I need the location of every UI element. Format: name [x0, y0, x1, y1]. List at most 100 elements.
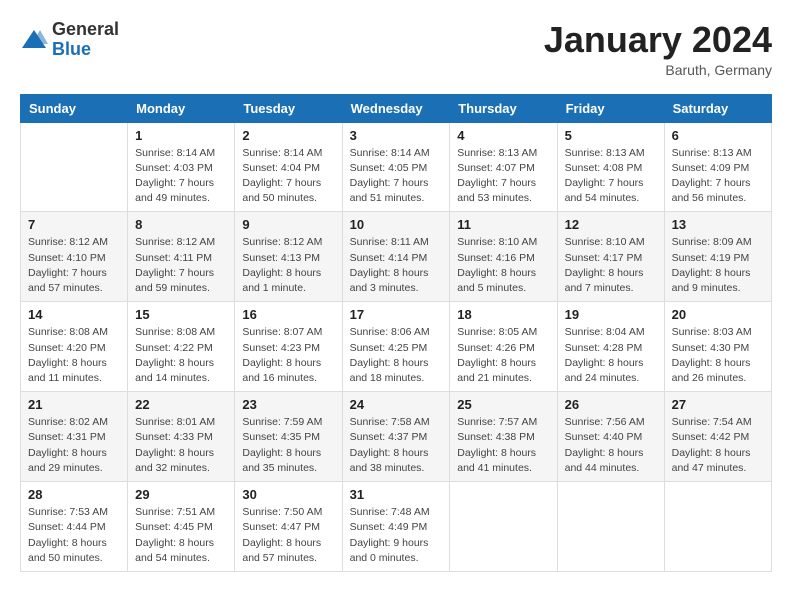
day-number: 27 — [672, 397, 764, 412]
day-info: Sunrise: 8:01 AMSunset: 4:33 PMDaylight:… — [135, 415, 227, 476]
day-number: 9 — [242, 217, 334, 232]
day-info: Sunrise: 8:08 AMSunset: 4:20 PMDaylight:… — [28, 325, 120, 386]
calendar-cell — [450, 482, 557, 572]
logo-general-text: General — [52, 19, 119, 39]
day-info: Sunrise: 8:13 AMSunset: 4:09 PMDaylight:… — [672, 146, 764, 207]
day-number: 25 — [457, 397, 549, 412]
calendar-cell: 26 Sunrise: 7:56 AMSunset: 4:40 PMDayligh… — [557, 392, 664, 482]
logo: General Blue — [20, 20, 119, 60]
calendar-cell: 16 Sunrise: 8:07 AMSunset: 4:23 PMDayligh… — [235, 302, 342, 392]
day-info: Sunrise: 8:09 AMSunset: 4:19 PMDaylight:… — [672, 235, 764, 296]
day-info: Sunrise: 8:07 AMSunset: 4:23 PMDaylight:… — [242, 325, 334, 386]
day-number: 16 — [242, 307, 334, 322]
column-header-monday: Monday — [128, 94, 235, 122]
day-info: Sunrise: 7:59 AMSunset: 4:35 PMDaylight:… — [242, 415, 334, 476]
day-number: 7 — [28, 217, 120, 232]
day-info: Sunrise: 7:58 AMSunset: 4:37 PMDaylight:… — [350, 415, 443, 476]
day-number: 11 — [457, 217, 549, 232]
column-header-friday: Friday — [557, 94, 664, 122]
day-info: Sunrise: 8:08 AMSunset: 4:22 PMDaylight:… — [135, 325, 227, 386]
day-info: Sunrise: 8:14 AMSunset: 4:04 PMDaylight:… — [242, 146, 334, 207]
column-header-thursday: Thursday — [450, 94, 557, 122]
calendar-cell: 12Sunrise: 8:10 AMSunset: 4:17 PMDayligh… — [557, 212, 664, 302]
calendar-cell: 2 Sunrise: 8:14 AMSunset: 4:04 PMDaylight… — [235, 122, 342, 212]
calendar-cell: 1 Sunrise: 8:14 AMSunset: 4:03 PMDaylight… — [128, 122, 235, 212]
day-number: 8 — [135, 217, 227, 232]
calendar-cell: 29Sunrise: 7:51 AMSunset: 4:45 PMDayligh… — [128, 482, 235, 572]
calendar-header-row: SundayMondayTuesdayWednesdayThursdayFrid… — [21, 94, 772, 122]
calendar-cell: 17Sunrise: 8:06 AMSunset: 4:25 PMDayligh… — [342, 302, 450, 392]
logo-blue-text: Blue — [52, 39, 91, 59]
day-info: Sunrise: 7:48 AMSunset: 4:49 PMDaylight:… — [350, 505, 443, 566]
day-info: Sunrise: 8:14 AMSunset: 4:05 PMDaylight:… — [350, 146, 443, 207]
day-number: 30 — [242, 487, 334, 502]
page-header: General Blue January 2024 Baruth, German… — [20, 20, 772, 78]
column-header-wednesday: Wednesday — [342, 94, 450, 122]
day-info: Sunrise: 8:13 AMSunset: 4:08 PMDaylight:… — [565, 146, 657, 207]
calendar-cell: 27Sunrise: 7:54 AMSunset: 4:42 PMDayligh… — [664, 392, 771, 482]
calendar-cell: 25 Sunrise: 7:57 AMSunset: 4:38 PMDayligh… — [450, 392, 557, 482]
day-info: Sunrise: 7:57 AMSunset: 4:38 PMDaylight:… — [457, 415, 549, 476]
calendar-cell — [557, 482, 664, 572]
day-number: 5 — [565, 128, 657, 143]
day-number: 26 — [565, 397, 657, 412]
calendar-cell: 30 Sunrise: 7:50 AMSunset: 4:47 PMDayligh… — [235, 482, 342, 572]
day-number: 19 — [565, 307, 657, 322]
day-number: 24 — [350, 397, 443, 412]
column-header-saturday: Saturday — [664, 94, 771, 122]
calendar-cell: 21 Sunrise: 8:02 AMSunset: 4:31 PMDayligh… — [21, 392, 128, 482]
day-number: 6 — [672, 128, 764, 143]
column-header-tuesday: Tuesday — [235, 94, 342, 122]
column-header-sunday: Sunday — [21, 94, 128, 122]
day-number: 2 — [242, 128, 334, 143]
calendar-cell: 22 Sunrise: 8:01 AMSunset: 4:33 PMDayligh… — [128, 392, 235, 482]
calendar-cell: 10Sunrise: 8:11 AMSunset: 4:14 PMDayligh… — [342, 212, 450, 302]
day-number: 22 — [135, 397, 227, 412]
day-number: 21 — [28, 397, 120, 412]
calendar-cell: 28 Sunrise: 7:53 AMSunset: 4:44 PMDayligh… — [21, 482, 128, 572]
day-info: Sunrise: 7:56 AMSunset: 4:40 PMDaylight:… — [565, 415, 657, 476]
day-info: Sunrise: 7:51 AMSunset: 4:45 PMDaylight:… — [135, 505, 227, 566]
calendar-cell: 19 Sunrise: 8:04 AMSunset: 4:28 PMDayligh… — [557, 302, 664, 392]
day-info: Sunrise: 8:05 AMSunset: 4:26 PMDaylight:… — [457, 325, 549, 386]
day-info: Sunrise: 7:53 AMSunset: 4:44 PMDaylight:… — [28, 505, 120, 566]
calendar-cell: 15Sunrise: 8:08 AMSunset: 4:22 PMDayligh… — [128, 302, 235, 392]
calendar-cell: 8 Sunrise: 8:12 AMSunset: 4:11 PMDaylight… — [128, 212, 235, 302]
calendar-week-row: 14Sunrise: 8:08 AMSunset: 4:20 PMDayligh… — [21, 302, 772, 392]
calendar-cell — [664, 482, 771, 572]
calendar-week-row: 1 Sunrise: 8:14 AMSunset: 4:03 PMDaylight… — [21, 122, 772, 212]
calendar-cell: 31Sunrise: 7:48 AMSunset: 4:49 PMDayligh… — [342, 482, 450, 572]
logo-text: General Blue — [52, 20, 119, 60]
day-info: Sunrise: 8:02 AMSunset: 4:31 PMDaylight:… — [28, 415, 120, 476]
day-info: Sunrise: 8:12 AMSunset: 4:10 PMDaylight:… — [28, 235, 120, 296]
logo-icon — [20, 26, 48, 54]
day-info: Sunrise: 8:12 AMSunset: 4:11 PMDaylight:… — [135, 235, 227, 296]
day-info: Sunrise: 8:03 AMSunset: 4:30 PMDaylight:… — [672, 325, 764, 386]
day-info: Sunrise: 7:50 AMSunset: 4:47 PMDaylight:… — [242, 505, 334, 566]
location-subtitle: Baruth, Germany — [544, 62, 772, 78]
calendar-cell — [21, 122, 128, 212]
calendar-cell: 11 Sunrise: 8:10 AMSunset: 4:16 PMDayligh… — [450, 212, 557, 302]
day-info: Sunrise: 8:14 AMSunset: 4:03 PMDaylight:… — [135, 146, 227, 207]
day-number: 28 — [28, 487, 120, 502]
calendar-week-row: 21 Sunrise: 8:02 AMSunset: 4:31 PMDayligh… — [21, 392, 772, 482]
day-info: Sunrise: 8:10 AMSunset: 4:16 PMDaylight:… — [457, 235, 549, 296]
day-number: 4 — [457, 128, 549, 143]
day-number: 20 — [672, 307, 764, 322]
calendar-cell: 14Sunrise: 8:08 AMSunset: 4:20 PMDayligh… — [21, 302, 128, 392]
month-title: January 2024 — [544, 20, 772, 60]
day-number: 1 — [135, 128, 227, 143]
day-number: 17 — [350, 307, 443, 322]
calendar-cell: 5 Sunrise: 8:13 AMSunset: 4:08 PMDaylight… — [557, 122, 664, 212]
day-info: Sunrise: 8:04 AMSunset: 4:28 PMDaylight:… — [565, 325, 657, 386]
day-info: Sunrise: 8:13 AMSunset: 4:07 PMDaylight:… — [457, 146, 549, 207]
calendar-table: SundayMondayTuesdayWednesdayThursdayFrid… — [20, 94, 772, 572]
day-number: 18 — [457, 307, 549, 322]
calendar-week-row: 28 Sunrise: 7:53 AMSunset: 4:44 PMDayligh… — [21, 482, 772, 572]
calendar-cell: 7 Sunrise: 8:12 AMSunset: 4:10 PMDaylight… — [21, 212, 128, 302]
day-number: 12 — [565, 217, 657, 232]
day-number: 23 — [242, 397, 334, 412]
calendar-cell: 6 Sunrise: 8:13 AMSunset: 4:09 PMDaylight… — [664, 122, 771, 212]
calendar-cell: 18 Sunrise: 8:05 AMSunset: 4:26 PMDayligh… — [450, 302, 557, 392]
calendar-week-row: 7 Sunrise: 8:12 AMSunset: 4:10 PMDaylight… — [21, 212, 772, 302]
